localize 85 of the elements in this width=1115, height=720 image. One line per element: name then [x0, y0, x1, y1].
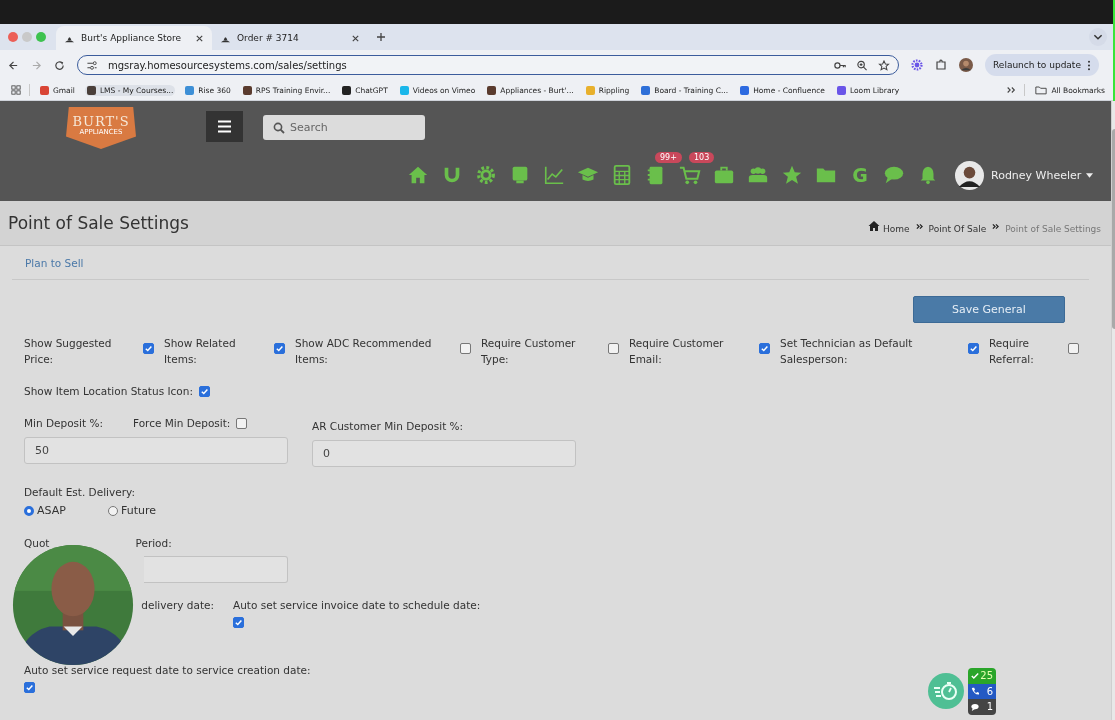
- close-icon[interactable]: [351, 33, 360, 43]
- site-settings-icon[interactable]: [86, 59, 98, 71]
- breadcrumb[interactable]: Point Of Sale: [928, 224, 987, 234]
- option-label: Future: [121, 504, 157, 517]
- page-title: Point of Sale Settings: [8, 213, 189, 233]
- line-chart-icon[interactable]: [543, 164, 565, 186]
- option-label: Auto set service invoice date to schedule date:: [233, 598, 481, 613]
- checkbox[interactable]: [1068, 343, 1079, 354]
- field-label: AR Customer Min Deposit %:: [312, 419, 465, 434]
- flower-icon[interactable]: [911, 59, 923, 71]
- avatar[interactable]: [955, 160, 984, 190]
- url-text: mgsray.homesourcesystems.com/sales/settings: [108, 59, 347, 71]
- browser-tab[interactable]: Burt's Appliance Store: [56, 26, 212, 50]
- star-outline-icon[interactable]: [878, 59, 890, 71]
- calculator-icon[interactable]: [611, 164, 633, 186]
- checkbox[interactable]: [24, 682, 35, 693]
- radio-button[interactable]: [24, 505, 34, 516]
- avatar[interactable]: [959, 58, 973, 72]
- chevron-down-icon[interactable]: [1089, 28, 1107, 46]
- checkbox[interactable]: [968, 343, 979, 354]
- star-icon[interactable]: [781, 164, 803, 186]
- briefcase-icon[interactable]: [713, 164, 735, 186]
- checkbox[interactable]: [236, 417, 248, 429]
- search-icon[interactable]: [263, 115, 285, 140]
- address-bar[interactable]: mgsray.homesourcesystems.com/sales/settings: [77, 55, 899, 75]
- apps-grid-icon[interactable]: [11, 85, 21, 95]
- checkbox[interactable]: [759, 343, 770, 354]
- checkbox[interactable]: [608, 343, 619, 354]
- option-label: Show Related Items:: [164, 336, 237, 367]
- tab[interactable]: Plan to Sell: [25, 256, 84, 269]
- double-chevron-icon[interactable]: [1006, 85, 1017, 95]
- option-label: ASAP: [37, 504, 66, 517]
- double-chevron-icon: [915, 222, 923, 230]
- home-icon: [868, 220, 881, 232]
- caret-icon[interactable]: [1086, 172, 1094, 178]
- notification-badge: 103: [689, 152, 715, 163]
- close-icon[interactable]: [195, 33, 204, 43]
- radio-button[interactable]: [108, 505, 118, 516]
- option-label: Force Min Deposit:: [132, 416, 231, 431]
- forward-icon[interactable]: [31, 59, 42, 71]
- option-label: Show Item Location Status Icon:: [24, 384, 193, 399]
- checkbox[interactable]: [198, 385, 210, 397]
- option-label: Require Customer Email:: [629, 336, 725, 367]
- input-field[interactable]: 50: [24, 437, 288, 464]
- reload-icon[interactable]: [54, 59, 65, 71]
- checkbox[interactable]: [460, 343, 471, 354]
- user-menu[interactable]: Rodney Wheeler: [991, 168, 1094, 182]
- new-tab-icon[interactable]: [376, 32, 386, 42]
- input-field[interactable]: [144, 556, 288, 583]
- option-label: Auto set service request date to service creation date:: [24, 663, 311, 678]
- folder-outline-icon: [1035, 85, 1048, 95]
- gear-icon[interactable]: [475, 164, 497, 186]
- home-icon[interactable]: [407, 164, 429, 186]
- notification-badge: 99+: [655, 152, 682, 163]
- save-button[interactable]: Save General: [913, 296, 1065, 323]
- option-label: Require Customer Type:: [481, 336, 577, 367]
- key-icon[interactable]: [834, 59, 846, 71]
- option-label: Require Referral:: [989, 336, 1035, 367]
- breadcrumb[interactable]: Home: [883, 224, 910, 234]
- checkbox[interactable]: [233, 617, 244, 628]
- checkbox[interactable]: [143, 343, 154, 354]
- back-icon[interactable]: [8, 59, 19, 71]
- relaunch-button[interactable]: Relaunch to update: [985, 54, 1099, 76]
- option-label: Show ADC Recommended Items:: [295, 336, 433, 367]
- option-label: Show Suggested Price:: [24, 336, 113, 367]
- option-label: Set Technician as Default Salesperson:: [780, 336, 914, 367]
- search-field[interactable]: Search: [285, 115, 425, 140]
- field-label: Quot: [24, 536, 50, 551]
- checkbox[interactable]: [274, 343, 285, 354]
- field-label: Period:: [135, 536, 172, 551]
- menu-button[interactable]: [206, 111, 243, 142]
- field-label: Min Deposit %:: [24, 416, 103, 431]
- counter-badge[interactable]: 1: [968, 699, 996, 715]
- cart-icon[interactable]: [679, 164, 701, 186]
- input-field[interactable]: 0: [312, 440, 576, 467]
- zoom-icon[interactable]: [856, 59, 868, 71]
- puzzle-icon[interactable]: [935, 59, 947, 71]
- browser-tab[interactable]: Order # 3714: [212, 26, 368, 50]
- field-label: delivery date:: [140, 598, 214, 613]
- field-label: Default Est. Delivery:: [24, 485, 136, 500]
- double-chevron-icon: [992, 222, 1000, 230]
- close-window-icon[interactable]: [8, 32, 18, 42]
- chat-bubble-icon[interactable]: [883, 164, 905, 186]
- more-icon[interactable]: [1086, 59, 1091, 71]
- stopwatch-icon[interactable]: [928, 673, 964, 710]
